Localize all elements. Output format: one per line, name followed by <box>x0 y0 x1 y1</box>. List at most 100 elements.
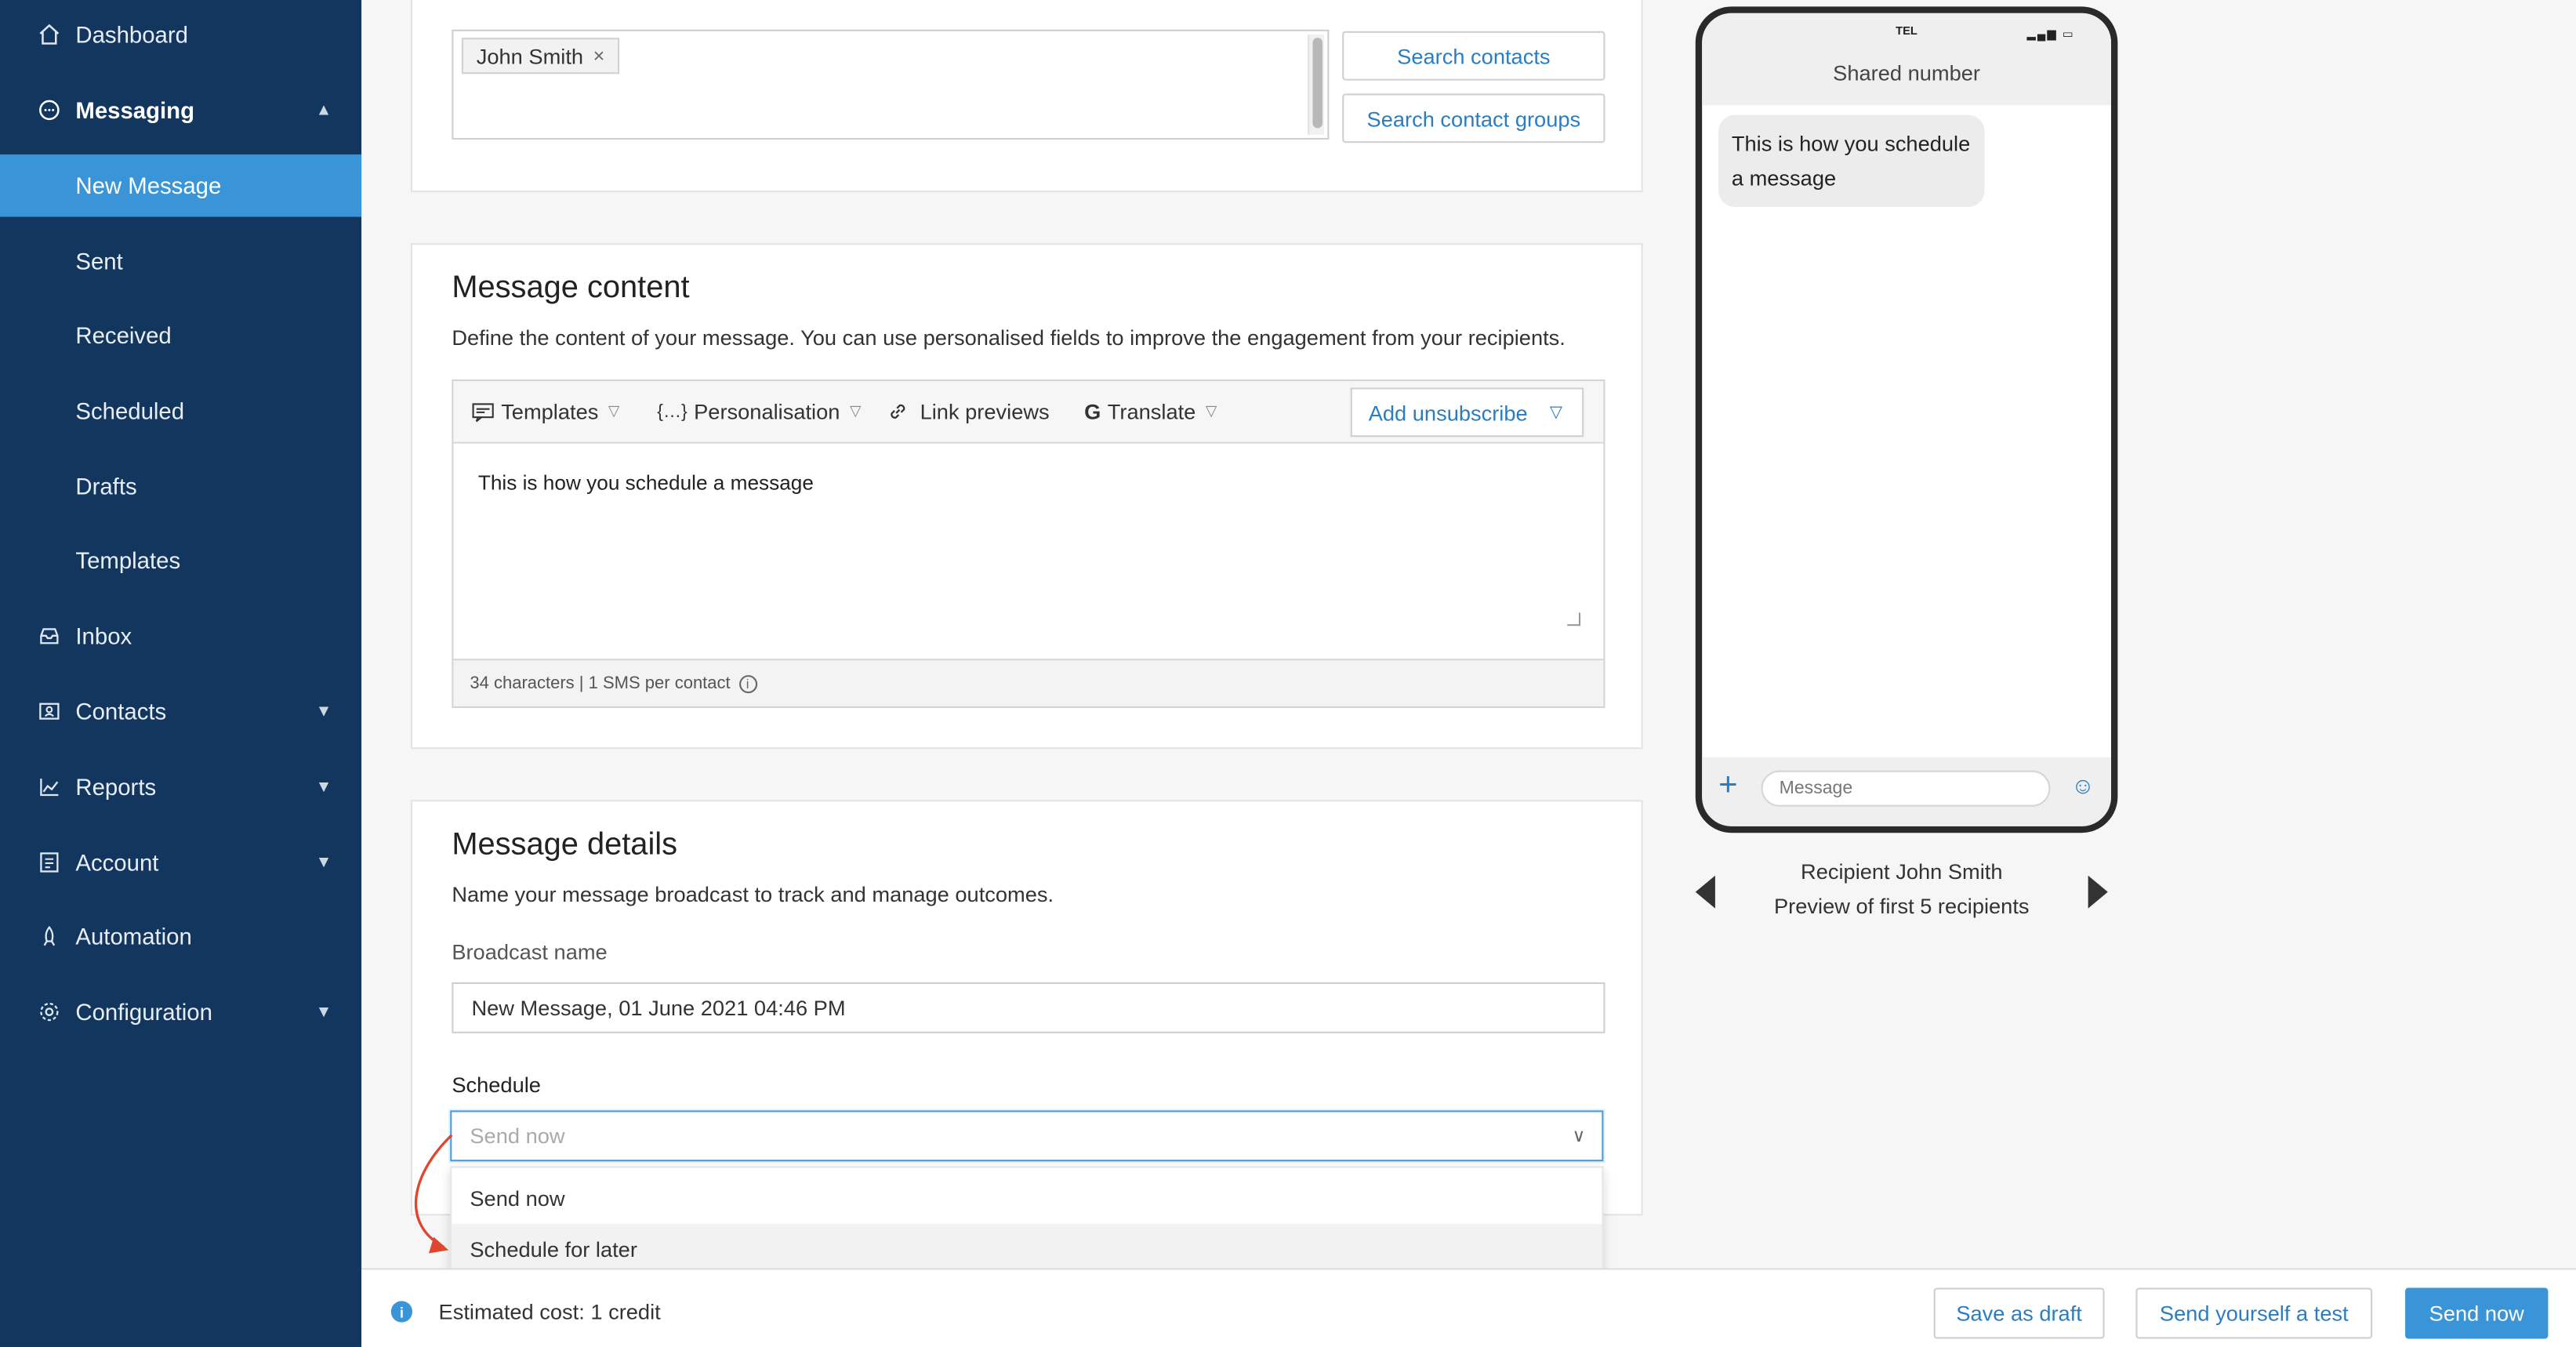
option-send-now[interactable]: Send now <box>452 1173 1602 1224</box>
templates-label: Templates <box>501 399 599 424</box>
schedule-options-menu: Send now Schedule for later <box>450 1166 1604 1278</box>
sidebar-item-label: Reports <box>75 773 157 801</box>
translate-menu[interactable]: G Translate ▽ <box>1084 399 1217 423</box>
message-body-textarea[interactable]: This is how you schedule a message <box>478 471 814 494</box>
gear-icon <box>36 999 63 1026</box>
chevron-down-icon: ▼ <box>315 1003 332 1022</box>
link-previews-label: Link previews <box>920 399 1050 424</box>
automation-icon <box>36 923 63 949</box>
section-title: Message details <box>452 827 678 862</box>
estimated-cost: Estimated cost: 1 credit <box>438 1299 661 1324</box>
sidebar-item-inbox[interactable]: Inbox <box>0 605 361 667</box>
section-description: Define the content of your message. You … <box>452 325 1566 350</box>
template-icon <box>471 401 494 422</box>
emoji-icon: ☺ <box>2071 772 2095 799</box>
personalisation-menu[interactable]: {…} Personalisation ▽ <box>657 399 861 423</box>
sidebar-item-label: New Message <box>75 172 222 199</box>
editor-toolbar: Templates ▽ {…} Personalisation ▽ Link p… <box>453 381 1604 444</box>
send-now-button[interactable]: Send now <box>2405 1287 2549 1339</box>
sidebar-item-dashboard[interactable]: Dashboard <box>0 3 361 66</box>
phone-sender: Shared number <box>1833 60 1980 85</box>
home-icon <box>36 21 63 48</box>
sidebar: Dashboard Messaging ▲ New Message Sent R… <box>0 0 362 1347</box>
personalisation-label: Personalisation <box>694 399 840 424</box>
recipients-input[interactable]: John Smith × <box>452 29 1330 140</box>
add-unsubscribe-label: Add unsubscribe <box>1368 400 1528 425</box>
contacts-icon <box>36 698 63 724</box>
sidebar-item-label: Messaging <box>75 96 195 124</box>
sidebar-item-scheduled[interactable]: Scheduled <box>0 379 361 442</box>
signal-battery-icon: ▂▄▆ ▭ <box>2026 29 2075 42</box>
google-icon: G <box>1084 399 1101 424</box>
search-contact-groups-button[interactable]: Search contact groups <box>1342 93 1605 143</box>
chevron-down-icon: ▽ <box>850 402 862 419</box>
sidebar-item-received[interactable]: Received <box>0 304 361 367</box>
chevron-down-icon: ∨ <box>1572 1127 1586 1147</box>
schedule-select[interactable]: Send now ∨ <box>450 1110 1604 1162</box>
chevron-down-icon: ▽ <box>608 402 620 419</box>
sidebar-item-new-message[interactable]: New Message <box>0 154 362 217</box>
schedule-label: Schedule <box>452 1073 541 1098</box>
sidebar-item-label: Inbox <box>75 623 132 649</box>
phone-compose-bar: + Message ☺ <box>1702 757 2111 826</box>
message-content-card: Message content Define the content of yo… <box>410 243 1643 750</box>
phone-header: TEL ▂▄▆ ▭ Shared number <box>1702 13 2111 106</box>
save-as-draft-button[interactable]: Save as draft <box>1933 1287 2105 1339</box>
sidebar-item-label: Received <box>75 321 172 349</box>
action-footer: i Estimated cost: 1 credit Save as draft… <box>361 1268 2576 1347</box>
next-recipient-arrow-icon[interactable] <box>2088 875 2108 909</box>
sidebar-item-messaging[interactable]: Messaging ▲ <box>0 79 361 142</box>
recipient-chip-label: John Smith <box>476 43 584 68</box>
sidebar-item-label: Drafts <box>75 473 137 499</box>
sidebar-item-automation[interactable]: Automation <box>0 905 361 968</box>
info-icon: i <box>390 1301 413 1323</box>
plus-icon: + <box>1718 767 1738 804</box>
section-description: Name your message broadcast to track and… <box>452 882 1054 907</box>
reports-icon <box>36 774 63 801</box>
send-yourself-a-test-button[interactable]: Send yourself a test <box>2135 1287 2373 1339</box>
add-unsubscribe-dropdown[interactable]: Add unsubscribe ▽ <box>1350 387 1584 438</box>
sidebar-item-label: Account <box>75 849 159 876</box>
preview-recipient: Recipient John Smith <box>1801 859 2003 884</box>
link-previews-button[interactable]: Link previews <box>887 399 1050 424</box>
sidebar-item-label: Scheduled <box>75 398 185 424</box>
inbox-icon <box>36 623 63 649</box>
search-contacts-button[interactable]: Search contacts <box>1342 31 1605 81</box>
sidebar-item-label: Templates <box>75 546 181 574</box>
broadcast-name-input[interactable]: New Message, 01 June 2021 04:46 PM <box>452 982 1605 1033</box>
previous-recipient-arrow-icon[interactable] <box>1695 875 1715 909</box>
recipients-card: John Smith × Search contacts Search cont… <box>410 0 1643 193</box>
section-title: Message content <box>452 270 690 306</box>
preview-caption: Preview of first 5 recipients <box>1773 893 2030 919</box>
sidebar-item-reports[interactable]: Reports ▼ <box>0 756 361 819</box>
sidebar-item-label: Automation <box>75 923 192 949</box>
sidebar-item-drafts[interactable]: Drafts <box>0 455 361 517</box>
counter-text: 34 characters | 1 SMS per contact <box>470 673 731 694</box>
sidebar-item-templates[interactable]: Templates <box>0 529 361 592</box>
sidebar-item-contacts[interactable]: Contacts ▼ <box>0 680 361 742</box>
sidebar-item-configuration[interactable]: Configuration ▼ <box>0 981 361 1044</box>
chat-icon <box>36 97 63 124</box>
message-bubble: This is how you schedule a message <box>1718 114 1985 207</box>
info-icon[interactable]: i <box>738 674 757 693</box>
chevron-down-icon: ▼ <box>315 778 332 797</box>
schedule-select-value: Send now <box>470 1124 565 1149</box>
option-schedule-for-later[interactable]: Schedule for later <box>452 1223 1602 1275</box>
resize-handle[interactable] <box>1567 612 1581 626</box>
phone-preview: TEL ▂▄▆ ▭ Shared number This is how you … <box>1695 6 2118 833</box>
chevron-down-icon: ▽ <box>1205 402 1217 419</box>
close-icon[interactable]: × <box>593 45 605 67</box>
account-icon <box>36 849 63 876</box>
sidebar-item-account[interactable]: Account ▼ <box>0 831 361 894</box>
sidebar-item-label: Contacts <box>75 698 167 724</box>
recipient-chip[interactable]: John Smith × <box>461 38 620 74</box>
sidebar-item-label: Dashboard <box>75 21 188 48</box>
broadcast-name-label: Broadcast name <box>452 939 608 964</box>
chevron-up-icon: ▲ <box>315 100 332 119</box>
scrollbar-thumb[interactable] <box>1312 38 1323 129</box>
sidebar-item-label: Sent <box>75 248 123 274</box>
character-counter: 34 characters | 1 SMS per contact i <box>453 659 1604 706</box>
sidebar-item-sent[interactable]: Sent <box>0 230 361 292</box>
templates-menu[interactable]: Templates ▽ <box>471 399 620 424</box>
message-editor: Templates ▽ {…} Personalisation ▽ Link p… <box>452 379 1605 708</box>
